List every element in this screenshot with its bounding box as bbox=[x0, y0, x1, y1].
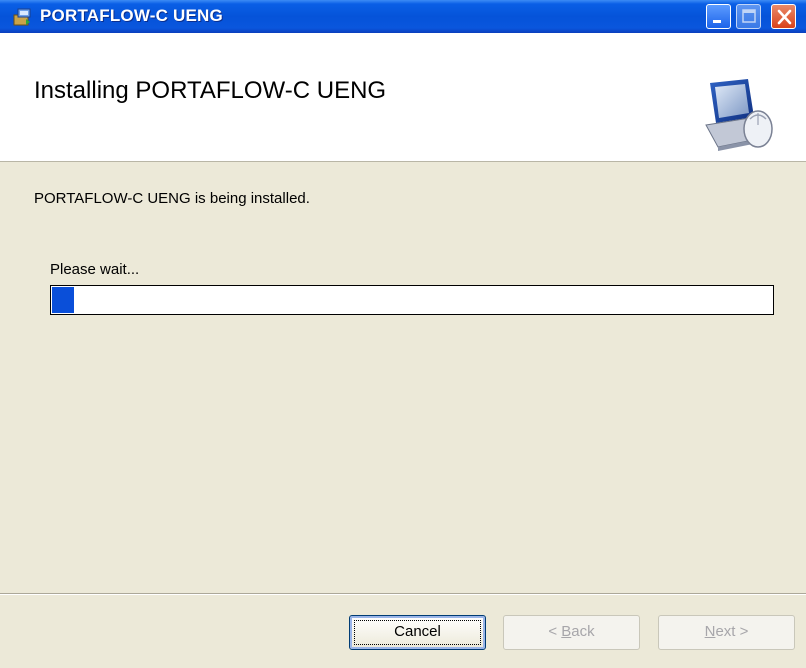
page-title: Installing PORTAFLOW-C UENG bbox=[34, 77, 387, 104]
window-title: PORTAFLOW-C UENG bbox=[40, 6, 223, 25]
back-rest: ack bbox=[571, 623, 595, 640]
please-wait-label: Please wait... bbox=[50, 261, 140, 278]
focus-rectangle bbox=[354, 620, 481, 645]
next-accelerator: N bbox=[704, 623, 716, 640]
next-rest: ext > bbox=[715, 623, 749, 640]
maximize-button bbox=[736, 4, 761, 29]
install-status-text: PORTAFLOW-C UENG is being installed. bbox=[34, 190, 310, 207]
back-button: < Back bbox=[503, 615, 640, 650]
close-icon bbox=[777, 9, 792, 25]
installer-package-icon bbox=[13, 8, 31, 26]
close-button[interactable] bbox=[771, 4, 796, 29]
back-prefix: < bbox=[548, 623, 562, 640]
installer-window: PORTAFLOW-C UENG Installing PORTAFLOW-C … bbox=[0, 0, 806, 668]
title-bar[interactable]: PORTAFLOW-C UENG bbox=[0, 0, 806, 33]
computer-install-icon bbox=[705, 79, 773, 151]
cancel-button[interactable]: Cancel bbox=[349, 615, 486, 650]
install-progress-bar bbox=[50, 285, 774, 315]
back-accelerator: B bbox=[561, 623, 572, 640]
dialog-header: Installing PORTAFLOW-C UENG bbox=[0, 33, 806, 162]
minimize-button[interactable] bbox=[706, 4, 731, 29]
progress-bar-fill bbox=[52, 287, 74, 313]
next-button: Next > bbox=[658, 615, 795, 650]
minimize-icon bbox=[713, 20, 721, 23]
maximize-icon bbox=[742, 9, 756, 23]
footer-divider bbox=[0, 593, 806, 595]
